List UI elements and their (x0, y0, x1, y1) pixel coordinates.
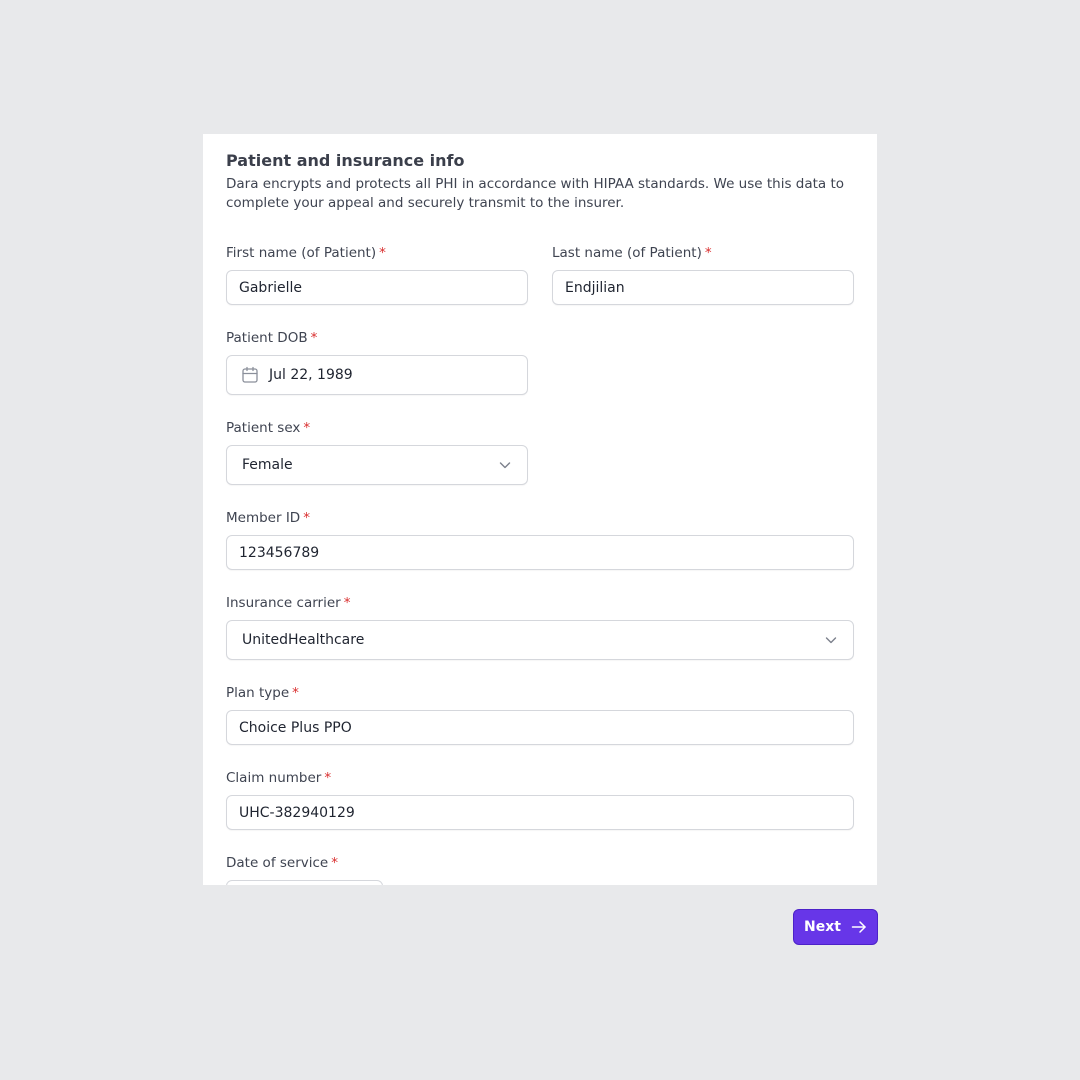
required-marker: * (303, 510, 310, 526)
dob-label: Patient DOB * (226, 330, 318, 346)
sex-select[interactable]: Female (226, 445, 528, 485)
carrier-label: Insurance carrier * (226, 595, 351, 611)
member-id-group: Member ID * 123456789 (226, 509, 854, 570)
plan-type-label: Plan type * (226, 685, 299, 701)
page-title: Patient and insurance info (226, 151, 465, 170)
date-of-service-group: Date of service * (226, 854, 383, 885)
chevron-down-icon (498, 458, 512, 472)
required-marker: * (292, 685, 299, 701)
calendar-icon (241, 366, 259, 384)
sex-group: Patient sex * Female (226, 419, 528, 485)
carrier-select[interactable]: UnitedHealthcare (226, 620, 854, 660)
required-marker: * (324, 770, 332, 786)
last-name-group: Last name (of Patient) * Endjilian (552, 244, 854, 305)
next-button[interactable]: Next (793, 909, 878, 945)
last-name-field[interactable]: Endjilian (552, 270, 854, 305)
form-card: Patient and insurance info Dara encrypts… (203, 134, 877, 885)
required-marker: * (704, 245, 712, 261)
first-name-group: First name (of Patient) * Gabrielle (226, 244, 528, 305)
claim-number-label: Claim number * (226, 770, 332, 786)
first-name-field[interactable]: Gabrielle (226, 270, 528, 305)
dob-group: Patient DOB * Jul 22, 1989 (226, 329, 528, 395)
claim-number-field[interactable]: UHC-382940129 (226, 795, 854, 830)
required-marker: * (310, 330, 318, 346)
required-marker: * (343, 595, 351, 611)
last-name-label: Last name (of Patient) * (552, 245, 712, 261)
plan-type-group: Plan type * Choice Plus PPO (226, 684, 854, 745)
plan-type-field[interactable]: Choice Plus PPO (226, 710, 854, 745)
page-subtitle: Dara encrypts and protects all PHI in ac… (226, 176, 845, 211)
claim-number-group: Claim number * UHC-382940129 (226, 769, 854, 830)
carrier-group: Insurance carrier * UnitedHealthcare (226, 594, 854, 660)
required-marker: * (303, 420, 311, 436)
sex-label: Patient sex * (226, 420, 311, 436)
date-of-service-field[interactable] (226, 880, 383, 885)
first-name-label: First name (of Patient) * (226, 245, 386, 261)
chevron-down-icon (824, 633, 838, 647)
member-id-label: Member ID * (226, 510, 310, 526)
required-marker: * (331, 855, 338, 871)
dob-field[interactable]: Jul 22, 1989 (226, 355, 528, 395)
date-of-service-label: Date of service * (226, 855, 338, 871)
arrow-right-icon (851, 919, 867, 935)
member-id-field[interactable]: 123456789 (226, 535, 854, 570)
required-marker: * (379, 245, 386, 261)
